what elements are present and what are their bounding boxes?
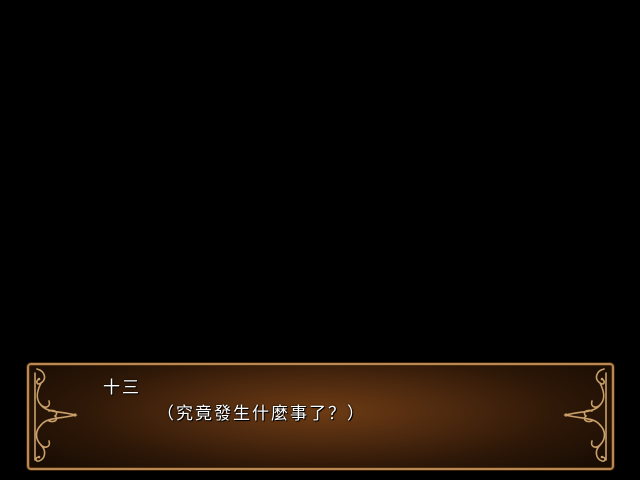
scroll-flourish-icon bbox=[563, 368, 607, 462]
game-scene bbox=[0, 0, 640, 362]
speaker-name: 十三 bbox=[103, 378, 141, 398]
dialog-text: （究竟發生什麼事了？） bbox=[157, 404, 366, 424]
scroll-flourish-icon bbox=[34, 368, 78, 462]
dialog-box[interactable]: 十三 （究竟發生什麼事了？） bbox=[27, 363, 614, 470]
